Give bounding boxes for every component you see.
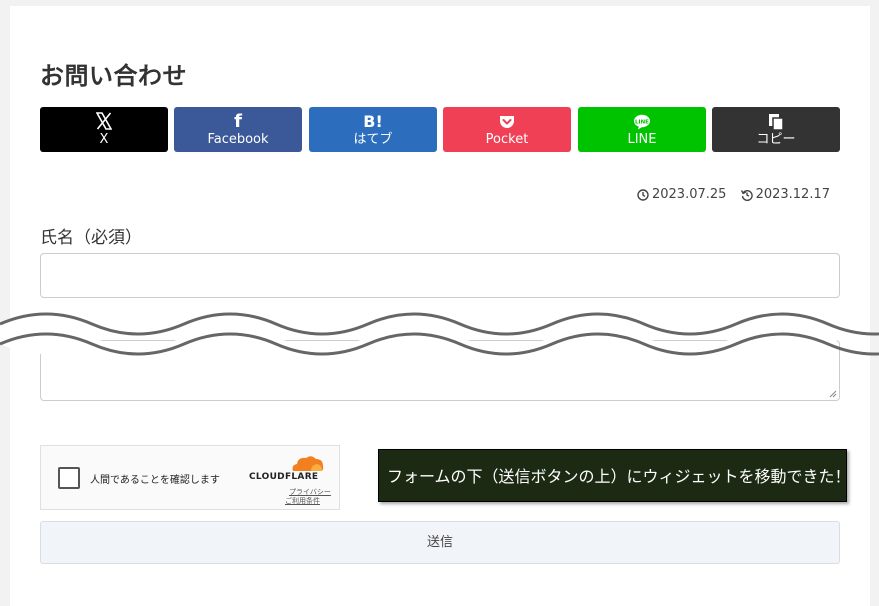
share-copy-button[interactable]: コピー xyxy=(712,107,840,152)
post-dates: 2023.07.25 2023.12.17 xyxy=(627,187,830,205)
share-hatena-label: はてブ xyxy=(353,132,393,147)
share-facebook-label: Facebook xyxy=(207,132,269,147)
cloudflare-turnstile-widget: 人間であることを確認します CLOUDFLARE プライバシー ご利用条件 xyxy=(40,445,340,510)
published-date: 2023.07.25 xyxy=(637,187,726,202)
line-icon: LINE xyxy=(578,112,706,132)
human-verification-checkbox[interactable] xyxy=(58,467,80,489)
annotation-notice: フォームの下（送信ボタンの上）にウィジェットを移動できた！ xyxy=(378,449,851,502)
cloudflare-brand: CLOUDFLARE xyxy=(249,472,319,482)
name-field-label: 氏名（必須） xyxy=(40,228,142,248)
published-date-text: 2023.07.25 xyxy=(651,187,727,202)
updated-date: 2023.12.17 xyxy=(740,187,830,202)
share-hatena-button[interactable]: B! はてブ xyxy=(309,107,437,152)
clock-icon xyxy=(637,188,649,201)
share-pocket-button[interactable]: Pocket xyxy=(443,107,571,152)
svg-text:LINE: LINE xyxy=(635,119,649,125)
share-buttons: X f Facebook B! はてブ Pocket LINE LINE コピー xyxy=(40,107,840,152)
submit-button[interactable]: 送信 xyxy=(40,521,840,564)
updated-date-text: 2023.12.17 xyxy=(755,187,830,202)
verification-label: 人間であることを確認します xyxy=(90,475,220,486)
share-x-button[interactable]: X xyxy=(40,107,168,152)
copy-icon xyxy=(712,112,840,132)
wavy-divider xyxy=(0,312,879,356)
share-line-button[interactable]: LINE LINE xyxy=(578,107,706,152)
share-line-label: LINE xyxy=(627,132,657,147)
terms-link[interactable]: ご利用条件 xyxy=(285,496,320,506)
history-icon xyxy=(740,189,753,201)
facebook-icon: f xyxy=(234,111,242,132)
share-x-label: X xyxy=(99,132,109,147)
name-input[interactable] xyxy=(40,253,840,298)
cloudflare-cloud-icon xyxy=(292,456,324,471)
share-pocket-label: Pocket xyxy=(485,132,529,147)
page-title: お問い合わせ xyxy=(40,62,187,90)
share-facebook-button[interactable]: f Facebook xyxy=(174,107,302,152)
x-logo-icon xyxy=(40,112,168,132)
share-copy-label: コピー xyxy=(756,132,796,147)
hatena-bookmark-icon: B! xyxy=(363,112,383,131)
pocket-icon xyxy=(443,112,571,132)
resize-grip-icon[interactable] xyxy=(829,390,837,398)
